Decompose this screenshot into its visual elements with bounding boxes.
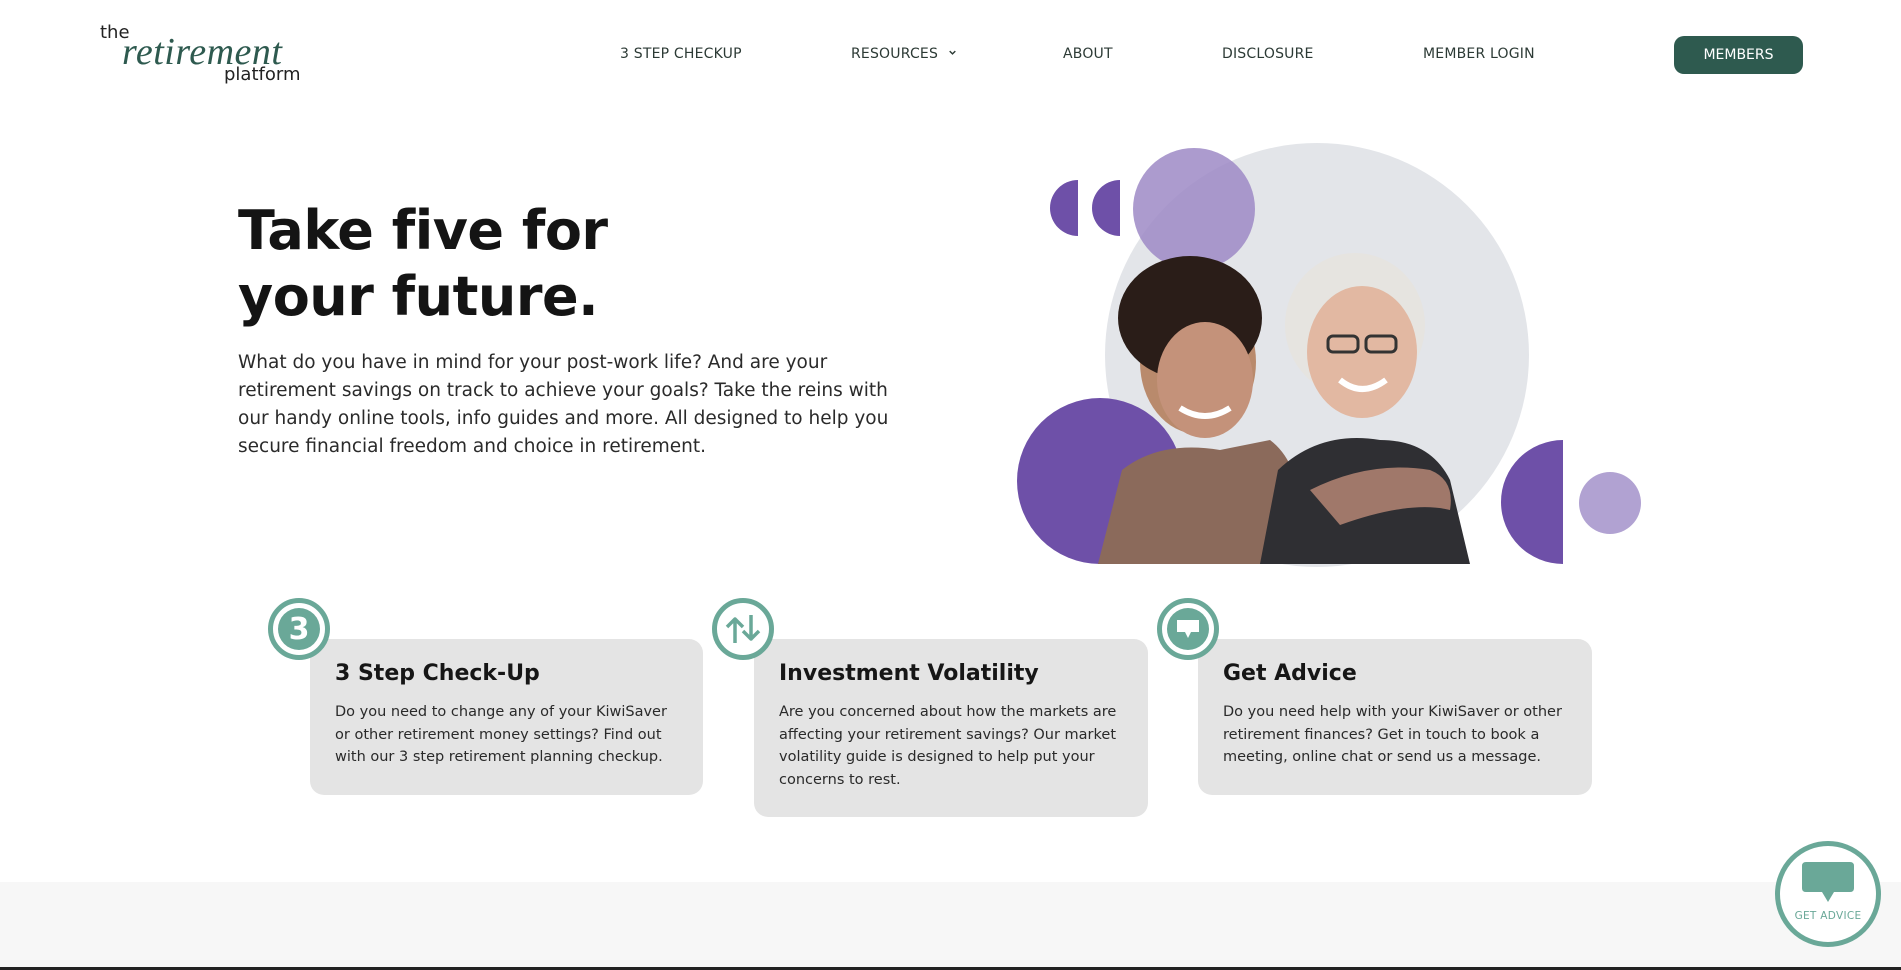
number-three-icon: 3: [278, 608, 320, 650]
chevron-down-icon: [948, 50, 956, 55]
logo-platform: platform: [224, 64, 301, 85]
decor-half-circle-1: [1050, 180, 1078, 236]
hero-illustration: [1017, 143, 1641, 567]
decor-light-circle-top: [1133, 148, 1255, 270]
swap-arrows-icon: [725, 615, 761, 643]
nav-disclosure[interactable]: DISCLOSURE: [1222, 46, 1314, 62]
get-advice-fab[interactable]: GET ADVICE: [1775, 841, 1881, 947]
card-title: Investment Volatility: [779, 661, 1039, 686]
decor-small-circle-right: [1579, 472, 1641, 534]
decor-half-circle-2: [1092, 180, 1120, 236]
chat-bubble-icon: [1802, 862, 1854, 902]
card-investment-volatility[interactable]: Investment Volatility Are you concerned …: [754, 639, 1148, 817]
nav-resources-label: RESOURCES: [851, 46, 939, 62]
card-title: 3 Step Check-Up: [335, 661, 540, 686]
decor-half-circle-right: [1501, 440, 1563, 564]
chat-bubble-icon: [1167, 608, 1209, 650]
card-3-step-checkup[interactable]: 3 Step Check-Up Do you need to change an…: [310, 639, 703, 795]
card-badge-2: [712, 598, 774, 660]
hero-body: What do you have in mind for your post-w…: [238, 352, 889, 457]
nav-3-step-checkup[interactable]: 3 STEP CHECKUP: [620, 46, 742, 62]
card-badge-3: [1157, 598, 1219, 660]
hero-title: Take five for your future.: [238, 199, 608, 328]
card-text: Do you need help with your KiwiSaver or …: [1223, 704, 1562, 765]
nav-resources[interactable]: RESOURCES: [851, 46, 956, 62]
footer-band: [0, 882, 1901, 970]
card-text: Are you concerned about how the markets …: [779, 704, 1117, 788]
nav-member-login[interactable]: MEMBER LOGIN: [1423, 46, 1535, 62]
card-get-advice[interactable]: Get Advice Do you need help with your Ki…: [1198, 639, 1592, 795]
logo[interactable]: the retirement platform: [100, 22, 310, 88]
nav-about[interactable]: ABOUT: [1063, 46, 1113, 62]
card-text: Do you need to change any of your KiwiSa…: [335, 704, 667, 765]
card-title: Get Advice: [1223, 661, 1357, 686]
members-button[interactable]: MEMBERS: [1674, 36, 1803, 74]
card-badge-1: 3: [268, 598, 330, 660]
get-advice-label: GET ADVICE: [1794, 910, 1862, 922]
